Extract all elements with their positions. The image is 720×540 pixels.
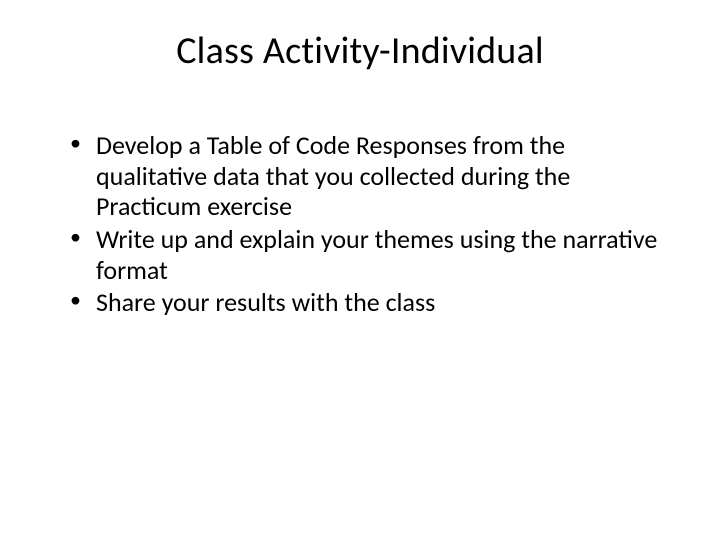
slide-title: Class Activity-Individual (60, 28, 660, 74)
list-item: Write up and explain your themes using t… (68, 224, 660, 285)
list-item: Develop a Table of Code Responses from t… (68, 130, 660, 222)
slide: Class Activity-Individual Develop a Tabl… (0, 0, 720, 540)
list-item: Share your results with the class (68, 287, 660, 318)
bullet-list: Develop a Table of Code Responses from t… (60, 130, 660, 318)
